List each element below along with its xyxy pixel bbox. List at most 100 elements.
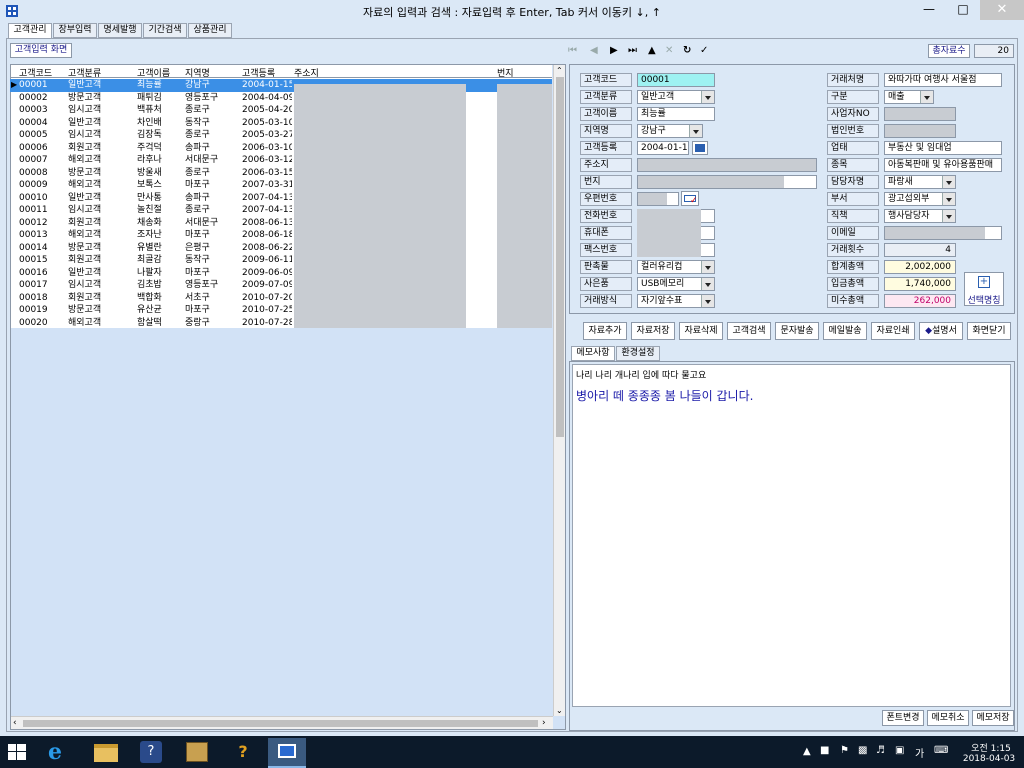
- pay-method-select[interactable]: 자기앞수표: [637, 294, 715, 308]
- gift-select[interactable]: USB메모리: [637, 277, 715, 291]
- send-mail-button[interactable]: 메일발송: [823, 322, 867, 340]
- flag-icon[interactable]: ⚑: [840, 745, 849, 756]
- corpno-field[interactable]: [884, 124, 956, 138]
- zip-field[interactable]: [637, 192, 679, 206]
- ime-indicator[interactable]: 가: [915, 745, 924, 760]
- grid-hscroll-thumb[interactable]: [23, 720, 538, 727]
- grid-vertical-scrollbar[interactable]: ⌃ ⌄: [553, 65, 565, 716]
- volume-icon[interactable]: ♬: [876, 745, 885, 756]
- tab-period-search[interactable]: 기간검색: [143, 23, 187, 38]
- table-row[interactable]: 00020 해외고객 함살떡 중랑구 2010-07-28: [10, 317, 552, 330]
- tab-ledger[interactable]: 장부입력: [53, 23, 97, 38]
- zip-search-icon[interactable]: ✓: [681, 191, 699, 206]
- partner-field[interactable]: 와따가따 여행사 서울점: [884, 73, 1002, 87]
- memo-textarea[interactable]: 나리 나리 개나리 입에 따다 물고요 병아리 떼 종종종 봄 나들이 갑니다.: [572, 364, 1011, 707]
- last-record-icon[interactable]: ⏭: [628, 45, 637, 56]
- tab-customer[interactable]: 고객관리: [8, 23, 52, 38]
- name-field[interactable]: 최능률: [637, 107, 715, 121]
- scroll-left-icon[interactable]: ‹: [13, 718, 17, 728]
- insert-record-icon[interactable]: ▲: [648, 45, 656, 56]
- region-select[interactable]: 강남구: [637, 124, 703, 138]
- tray-up-icon[interactable]: ▲: [803, 746, 811, 757]
- table-row[interactable]: 00010 일반고객 만사통 송파구 2007-04-13: [10, 192, 552, 205]
- close-button[interactable]: ✕: [980, 0, 1024, 20]
- table-row[interactable]: 00002 방문고객 패튀김 영등포구 2004-04-09: [10, 92, 552, 105]
- clock-date[interactable]: 2018-04-03: [958, 754, 1020, 764]
- settings-tab[interactable]: 환경설정: [616, 346, 660, 361]
- table-row[interactable]: 00009 해외고객 보톡스 마포구 2007-03-31: [10, 179, 552, 192]
- table-row[interactable]: 00011 임시고객 놀친절 종로구 2007-04-13: [10, 204, 552, 217]
- font-change-button[interactable]: 폰트변경: [882, 710, 924, 726]
- scroll-down-icon[interactable]: ⌄: [556, 706, 563, 715]
- code-field[interactable]: 00001: [637, 73, 715, 87]
- save-record-button[interactable]: 자료저장: [631, 322, 675, 340]
- scroll-up-icon[interactable]: ⌃: [556, 66, 563, 75]
- network-icon[interactable]: ▩: [858, 745, 867, 756]
- power-icon[interactable]: ▣: [895, 745, 904, 756]
- send-sms-button[interactable]: 문자발송: [775, 322, 819, 340]
- grid-horizontal-scrollbar[interactable]: ‹ ›: [11, 716, 553, 729]
- bizno-field[interactable]: [884, 107, 956, 121]
- first-record-icon[interactable]: ⏮: [568, 45, 577, 56]
- tray-app-icon[interactable]: ■: [820, 745, 829, 756]
- delete-record-button[interactable]: 자료삭제: [679, 322, 723, 340]
- prev-record-icon[interactable]: ◀: [590, 45, 598, 56]
- clock-time[interactable]: 오전 1:15: [966, 741, 1016, 754]
- table-row[interactable]: 00015 회원고객 최골감 동작구 2009-06-11: [10, 254, 552, 267]
- tab-product[interactable]: 상품관리: [188, 23, 232, 38]
- package-app-icon[interactable]: [186, 742, 208, 762]
- promo-select[interactable]: 컬러유리컵: [637, 260, 715, 274]
- manager-select[interactable]: 파랑새: [884, 175, 956, 189]
- manual-button[interactable]: ◆설명서: [919, 322, 963, 340]
- table-row[interactable]: 00005 임시고객 김장독 종로구 2005-03-27: [10, 129, 552, 142]
- delete-record-icon[interactable]: ✕: [665, 45, 673, 56]
- table-row[interactable]: 00019 방문고객 유산균 마포구 2010-07-25: [10, 304, 552, 317]
- add-record-button[interactable]: 자료추가: [583, 322, 627, 340]
- table-row[interactable]: 00004 일반고객 차인배 동작구 2005-03-10: [10, 117, 552, 130]
- question-app-icon[interactable]: ?: [232, 741, 254, 763]
- select-card-button[interactable]: + 선택명칭: [964, 272, 1004, 306]
- table-row[interactable]: 00014 방문고객 유별란 은평구 2008-06-22: [10, 242, 552, 255]
- street-field[interactable]: [637, 175, 817, 189]
- table-row[interactable]: 00017 임시고객 김초밥 영등포구 2009-07-09: [10, 279, 552, 292]
- close-screen-button[interactable]: 화면닫기: [967, 322, 1011, 340]
- table-row[interactable]: 00016 일반고객 나팔자 마포구 2009-06-09: [10, 267, 552, 280]
- calendar-icon[interactable]: [692, 141, 708, 155]
- memo-cancel-button[interactable]: 메모취소: [927, 710, 969, 726]
- table-row[interactable]: 00013 해외고객 조자난 마포구 2008-06-18: [10, 229, 552, 242]
- email-field[interactable]: [884, 226, 1002, 240]
- file-explorer-icon[interactable]: [94, 744, 118, 762]
- biz-type-field[interactable]: 부동산 및 임대업: [884, 141, 1002, 155]
- table-row[interactable]: 00001 일반고객 최능률 강남구 2004-01-15: [10, 79, 552, 92]
- keyboard-icon[interactable]: ⌨: [934, 745, 948, 756]
- table-row[interactable]: 00012 회원고객 채송화 서대문구 2008-06-13: [10, 217, 552, 230]
- maximize-button[interactable]: □: [946, 0, 980, 20]
- dept-select[interactable]: 광고섭외부: [884, 192, 956, 206]
- div-select[interactable]: 매출: [884, 90, 934, 104]
- registered-field[interactable]: 2004-01-15: [637, 141, 689, 155]
- refresh-icon[interactable]: ↻: [683, 45, 691, 56]
- table-row[interactable]: 00006 회원고객 주걱덕 송파구 2006-03-10: [10, 142, 552, 155]
- next-record-icon[interactable]: ▶: [610, 45, 618, 56]
- table-row[interactable]: 00007 해외고객 라후나 서대문구 2006-03-12: [10, 154, 552, 167]
- grid-scroll-thumb[interactable]: [556, 77, 564, 437]
- memo-tab[interactable]: 메모사항: [571, 346, 615, 361]
- address-field[interactable]: [637, 158, 817, 172]
- class-select[interactable]: 일반고객: [637, 90, 715, 104]
- active-app-icon[interactable]: [268, 738, 306, 768]
- screen-label-button[interactable]: 고객입력 화면: [10, 43, 72, 58]
- start-icon[interactable]: [8, 744, 26, 760]
- confirm-icon[interactable]: ✓: [700, 45, 708, 56]
- minimize-button[interactable]: —: [912, 0, 946, 20]
- search-customer-button[interactable]: 고객검색: [727, 322, 771, 340]
- scroll-right-icon[interactable]: ›: [542, 718, 546, 728]
- biz-item-field[interactable]: 아동복판매 및 유아용품판매: [884, 158, 1002, 172]
- position-select[interactable]: 행사담당자: [884, 209, 956, 223]
- memo-save-button[interactable]: 메모저장: [972, 710, 1014, 726]
- help-app-icon[interactable]: ?: [140, 741, 162, 763]
- print-button[interactable]: 자료인쇄: [871, 322, 915, 340]
- tab-statement[interactable]: 명세발행: [98, 23, 142, 38]
- table-row[interactable]: 00018 회원고객 백합화 서초구 2010-07-20: [10, 292, 552, 305]
- table-row[interactable]: 00003 임시고객 백퓨처 종로구 2005-04-20: [10, 104, 552, 117]
- ie-icon[interactable]: e: [48, 740, 72, 764]
